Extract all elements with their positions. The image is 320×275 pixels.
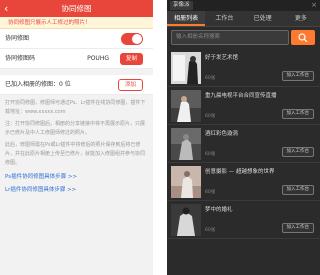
join-workbench-button[interactable]: 加入工作台 <box>281 223 314 233</box>
album-count: 60张 <box>205 76 216 81</box>
album-thumbnail <box>171 204 201 236</box>
joined-retouchers-row: 已加入相册的修图：0 位 添加 <box>0 75 153 95</box>
tab-bar: 相册列表 工作台 已处理 更多 <box>167 11 320 27</box>
search-button[interactable] <box>291 30 315 45</box>
screenshot-stage: ‹ 协同修图 协同修图只展示人工修过的照片！ 协同修图 协同修图码 POUHG … <box>0 0 320 275</box>
collab-code-label: 协同修图码 <box>5 55 36 62</box>
app-title-bar: 享像派 × <box>167 0 320 11</box>
album-count: 60张 <box>205 114 216 119</box>
nav-bar: ‹ 协同修图 <box>0 0 153 17</box>
album-thumbnail <box>171 128 201 160</box>
collab-toggle[interactable] <box>121 33 143 45</box>
search-icon <box>298 33 308 42</box>
add-button[interactable]: 添加 <box>117 79 143 91</box>
joined-retouchers-label: 已加入相册的修图：0 位 <box>5 81 71 88</box>
help-paragraph: 此后，修图师需在Ps或Lr插件中将修后的照片保存到后将已修片，并在此原片相册上传… <box>5 142 146 166</box>
tab-more[interactable]: 更多 <box>282 11 320 26</box>
search-input[interactable]: 输入相册名称搜索 <box>171 30 289 45</box>
join-workbench-button[interactable]: 加入工作台 <box>281 109 314 119</box>
album-thumbnail <box>171 90 201 122</box>
app-title: 享像派 <box>170 1 193 10</box>
collab-toggle-row: 协同修图 <box>0 29 153 49</box>
join-workbench-button[interactable]: 加入工作台 <box>281 71 314 81</box>
album-list-screen: 享像派 × 相册列表 工作台 已处理 更多 输入相册名称搜索 好于发艺术馆 60… <box>167 0 320 275</box>
help-text: 打开协同修图，修图师可通过Ps、Lr插件在线协同修图，插件下载地址：www.xx… <box>0 95 153 168</box>
tab-workbench[interactable]: 工作台 <box>205 11 243 26</box>
album-item[interactable]: 创意摄影 — 超越想象的世界 60张 加入工作台 <box>167 163 320 201</box>
notice-banner: 协同修图只展示人工修过的照片！ <box>0 17 153 29</box>
album-count: 60张 <box>205 190 216 195</box>
album-name: 创意摄影 — 超越想象的世界 <box>205 169 275 175</box>
album-name: 梦中的婚礼 <box>205 207 233 213</box>
close-icon[interactable]: × <box>311 0 317 11</box>
album-item[interactable]: 梦中的婚礼 60张 加入工作台 <box>167 201 320 239</box>
album-item[interactable]: 好于发艺术馆 60张 加入工作台 <box>167 49 320 87</box>
tab-album-list[interactable]: 相册列表 <box>167 11 206 26</box>
album-name: 重九晨电视平台合同宣传直播 <box>205 93 277 99</box>
search-bar: 输入相册名称搜索 <box>167 27 320 49</box>
ps-plugin-steps-link[interactable]: Ps插件协同修图具体步骤 >> <box>0 171 153 184</box>
join-workbench-button[interactable]: 加入工作台 <box>281 185 314 195</box>
album-item[interactable]: 重九晨电视平台合同宣传直播 60张 加入工作台 <box>167 87 320 125</box>
collab-code-row: 协同修图码 POUHG 复制 <box>0 49 153 69</box>
album-thumbnail <box>171 52 201 84</box>
collab-code-value: POUHG <box>87 55 109 62</box>
lr-plugin-steps-link[interactable]: Lr插件协同修图具体步骤 >> <box>0 184 153 197</box>
copy-button[interactable]: 复制 <box>119 53 143 65</box>
album-item[interactable]: 酒红彩色漩涡 60张 加入工作台 <box>167 125 320 163</box>
album-name: 酒红彩色漩涡 <box>205 131 239 137</box>
join-workbench-button[interactable]: 加入工作台 <box>281 147 314 157</box>
album-name: 好于发艺术馆 <box>205 55 239 61</box>
help-paragraph: 打开协同修图，修图师可通过Ps、Lr插件在线协同修图，插件下载地址：www.xx… <box>5 100 146 115</box>
album-count: 60张 <box>205 228 216 233</box>
tab-processed[interactable]: 已处理 <box>244 11 282 26</box>
page-title: 协同修图 <box>61 4 92 13</box>
album-thumbnail <box>171 166 201 198</box>
help-paragraph: 注：打开协同修图后，相册的分享链接中将不再展示原片，只展示已修片及中人工修图师修… <box>5 121 146 136</box>
collab-retouch-screen: ‹ 协同修图 协同修图只展示人工修过的照片！ 协同修图 协同修图码 POUHG … <box>0 0 153 275</box>
album-count: 60张 <box>205 152 216 157</box>
collab-toggle-label: 协同修图 <box>5 35 30 42</box>
